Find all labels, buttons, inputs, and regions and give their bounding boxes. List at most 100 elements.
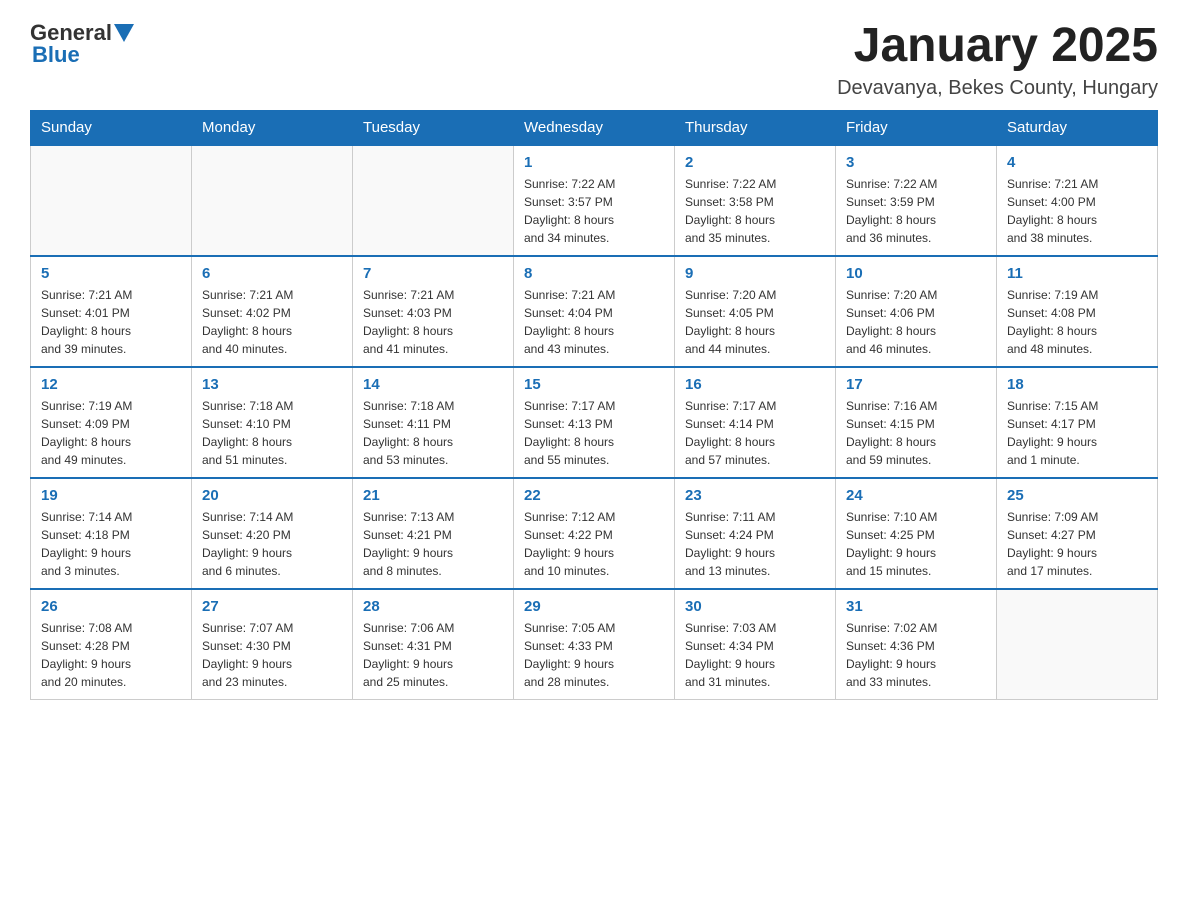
calendar-cell: 27Sunrise: 7:07 AM Sunset: 4:30 PM Dayli… (192, 589, 353, 700)
day-number: 6 (202, 265, 342, 282)
day-info: Sunrise: 7:05 AM Sunset: 4:33 PM Dayligh… (524, 619, 664, 691)
day-info: Sunrise: 7:08 AM Sunset: 4:28 PM Dayligh… (41, 619, 181, 691)
day-info: Sunrise: 7:22 AM Sunset: 3:59 PM Dayligh… (846, 175, 986, 247)
day-number: 3 (846, 154, 986, 171)
day-number: 25 (1007, 487, 1147, 504)
day-info: Sunrise: 7:06 AM Sunset: 4:31 PM Dayligh… (363, 619, 503, 691)
day-info: Sunrise: 7:03 AM Sunset: 4:34 PM Dayligh… (685, 619, 825, 691)
calendar-cell: 6 Sunrise: 7:21 AM Sunset: 4:02 PM Daylig… (192, 256, 353, 367)
day-number: 15 (524, 376, 664, 393)
day-info: Sunrise: 7:18 AM Sunset: 4:11 PM Dayligh… (363, 397, 503, 469)
calendar-cell: 10 Sunrise: 7:20 AM Sunset: 4:06 PM Dayli… (836, 256, 997, 367)
logo-triangle-icon (114, 24, 134, 44)
calendar-cell: 28 Sunrise: 7:06 AM Sunset: 4:31 PM Dayli… (353, 589, 514, 700)
day-info: Sunrise: 7:14 AM Sunset: 4:18 PM Dayligh… (41, 508, 181, 580)
weekday-header-sunday: Sunday (31, 110, 192, 145)
calendar-cell (31, 145, 192, 256)
day-number: 26 (41, 598, 181, 615)
calendar-cell: 1Sunrise: 7:22 AM Sunset: 3:57 PM Daylig… (514, 145, 675, 256)
calendar-cell: 23 Sunrise: 7:11 AM Sunset: 4:24 PM Dayli… (675, 478, 836, 589)
calendar-cell: 2 Sunrise: 7:22 AM Sunset: 3:58 PM Daylig… (675, 145, 836, 256)
calendar-cell: 22 Sunrise: 7:12 AM Sunset: 4:22 PM Dayli… (514, 478, 675, 589)
day-info: Sunrise: 7:19 AM Sunset: 4:08 PM Dayligh… (1007, 286, 1147, 358)
calendar-cell: 26 Sunrise: 7:08 AM Sunset: 4:28 PM Dayli… (31, 589, 192, 700)
day-number: 11 (1007, 265, 1147, 282)
day-info: Sunrise: 7:20 AM Sunset: 4:06 PM Dayligh… (846, 286, 986, 358)
calendar-cell: 25 Sunrise: 7:09 AM Sunset: 4:27 PM Dayli… (997, 478, 1158, 589)
day-number: 19 (41, 487, 181, 504)
day-number: 20 (202, 487, 342, 504)
week-row-2: 5 Sunrise: 7:21 AM Sunset: 4:01 PM Daylig… (31, 256, 1158, 367)
calendar-cell (997, 589, 1158, 700)
weekday-header-row: SundayMondayTuesdayWednesdayThursdayFrid… (31, 110, 1158, 145)
calendar-cell: 31 Sunrise: 7:02 AM Sunset: 4:36 PM Dayli… (836, 589, 997, 700)
day-number: 5 (41, 265, 181, 282)
calendar-cell: 11 Sunrise: 7:19 AM Sunset: 4:08 PM Dayli… (997, 256, 1158, 367)
day-info: Sunrise: 7:20 AM Sunset: 4:05 PM Dayligh… (685, 286, 825, 358)
day-info: Sunrise: 7:13 AM Sunset: 4:21 PM Dayligh… (363, 508, 503, 580)
day-number: 12 (41, 376, 181, 393)
calendar-cell: 5 Sunrise: 7:21 AM Sunset: 4:01 PM Daylig… (31, 256, 192, 367)
month-title: January 2025 (837, 20, 1158, 73)
week-row-1: 1Sunrise: 7:22 AM Sunset: 3:57 PM Daylig… (31, 145, 1158, 256)
day-info: Sunrise: 7:14 AM Sunset: 4:20 PM Dayligh… (202, 508, 342, 580)
calendar-cell: 14 Sunrise: 7:18 AM Sunset: 4:11 PM Dayli… (353, 367, 514, 478)
day-info: Sunrise: 7:02 AM Sunset: 4:36 PM Dayligh… (846, 619, 986, 691)
day-number: 4 (1007, 154, 1147, 171)
calendar-cell: 12Sunrise: 7:19 AM Sunset: 4:09 PM Dayli… (31, 367, 192, 478)
weekday-header-saturday: Saturday (997, 110, 1158, 145)
calendar-cell: 9Sunrise: 7:20 AM Sunset: 4:05 PM Daylig… (675, 256, 836, 367)
day-info: Sunrise: 7:22 AM Sunset: 3:58 PM Dayligh… (685, 175, 825, 247)
logo: General Blue (30, 20, 134, 68)
calendar-cell: 7 Sunrise: 7:21 AM Sunset: 4:03 PM Daylig… (353, 256, 514, 367)
calendar-cell: 13 Sunrise: 7:18 AM Sunset: 4:10 PM Dayli… (192, 367, 353, 478)
day-info: Sunrise: 7:21 AM Sunset: 4:04 PM Dayligh… (524, 286, 664, 358)
weekday-header-tuesday: Tuesday (353, 110, 514, 145)
calendar-cell: 24 Sunrise: 7:10 AM Sunset: 4:25 PM Dayli… (836, 478, 997, 589)
day-number: 13 (202, 376, 342, 393)
day-number: 16 (685, 376, 825, 393)
day-info: Sunrise: 7:17 AM Sunset: 4:14 PM Dayligh… (685, 397, 825, 469)
day-info: Sunrise: 7:09 AM Sunset: 4:27 PM Dayligh… (1007, 508, 1147, 580)
week-row-4: 19 Sunrise: 7:14 AM Sunset: 4:18 PM Dayli… (31, 478, 1158, 589)
calendar-cell: 15 Sunrise: 7:17 AM Sunset: 4:13 PM Dayli… (514, 367, 675, 478)
day-info: Sunrise: 7:16 AM Sunset: 4:15 PM Dayligh… (846, 397, 986, 469)
day-info: Sunrise: 7:12 AM Sunset: 4:22 PM Dayligh… (524, 508, 664, 580)
day-number: 17 (846, 376, 986, 393)
title-block: January 2025 Devavanya, Bekes County, Hu… (837, 20, 1158, 100)
calendar-cell: 17 Sunrise: 7:16 AM Sunset: 4:15 PM Dayli… (836, 367, 997, 478)
week-row-3: 12Sunrise: 7:19 AM Sunset: 4:09 PM Dayli… (31, 367, 1158, 478)
day-number: 7 (363, 265, 503, 282)
day-number: 31 (846, 598, 986, 615)
day-info: Sunrise: 7:21 AM Sunset: 4:00 PM Dayligh… (1007, 175, 1147, 247)
day-info: Sunrise: 7:21 AM Sunset: 4:02 PM Dayligh… (202, 286, 342, 358)
calendar-table: SundayMondayTuesdayWednesdayThursdayFrid… (30, 110, 1158, 700)
day-info: Sunrise: 7:18 AM Sunset: 4:10 PM Dayligh… (202, 397, 342, 469)
day-number: 28 (363, 598, 503, 615)
calendar-cell: 29Sunrise: 7:05 AM Sunset: 4:33 PM Dayli… (514, 589, 675, 700)
day-info: Sunrise: 7:11 AM Sunset: 4:24 PM Dayligh… (685, 508, 825, 580)
day-number: 14 (363, 376, 503, 393)
day-info: Sunrise: 7:17 AM Sunset: 4:13 PM Dayligh… (524, 397, 664, 469)
day-info: Sunrise: 7:10 AM Sunset: 4:25 PM Dayligh… (846, 508, 986, 580)
weekday-header-wednesday: Wednesday (514, 110, 675, 145)
day-number: 30 (685, 598, 825, 615)
day-number: 18 (1007, 376, 1147, 393)
calendar-cell: 8Sunrise: 7:21 AM Sunset: 4:04 PM Daylig… (514, 256, 675, 367)
day-info: Sunrise: 7:21 AM Sunset: 4:01 PM Dayligh… (41, 286, 181, 358)
day-number: 22 (524, 487, 664, 504)
location-subtitle: Devavanya, Bekes County, Hungary (837, 77, 1158, 100)
calendar-cell: 18Sunrise: 7:15 AM Sunset: 4:17 PM Dayli… (997, 367, 1158, 478)
day-number: 24 (846, 487, 986, 504)
day-number: 10 (846, 265, 986, 282)
day-info: Sunrise: 7:21 AM Sunset: 4:03 PM Dayligh… (363, 286, 503, 358)
day-info: Sunrise: 7:07 AM Sunset: 4:30 PM Dayligh… (202, 619, 342, 691)
day-number: 1 (524, 154, 664, 171)
calendar-cell: 19 Sunrise: 7:14 AM Sunset: 4:18 PM Dayli… (31, 478, 192, 589)
day-number: 21 (363, 487, 503, 504)
page-header: General Blue January 2025 Devavanya, Bek… (30, 20, 1158, 100)
logo-blue: Blue (32, 42, 80, 68)
calendar-cell (192, 145, 353, 256)
day-number: 2 (685, 154, 825, 171)
day-number: 23 (685, 487, 825, 504)
